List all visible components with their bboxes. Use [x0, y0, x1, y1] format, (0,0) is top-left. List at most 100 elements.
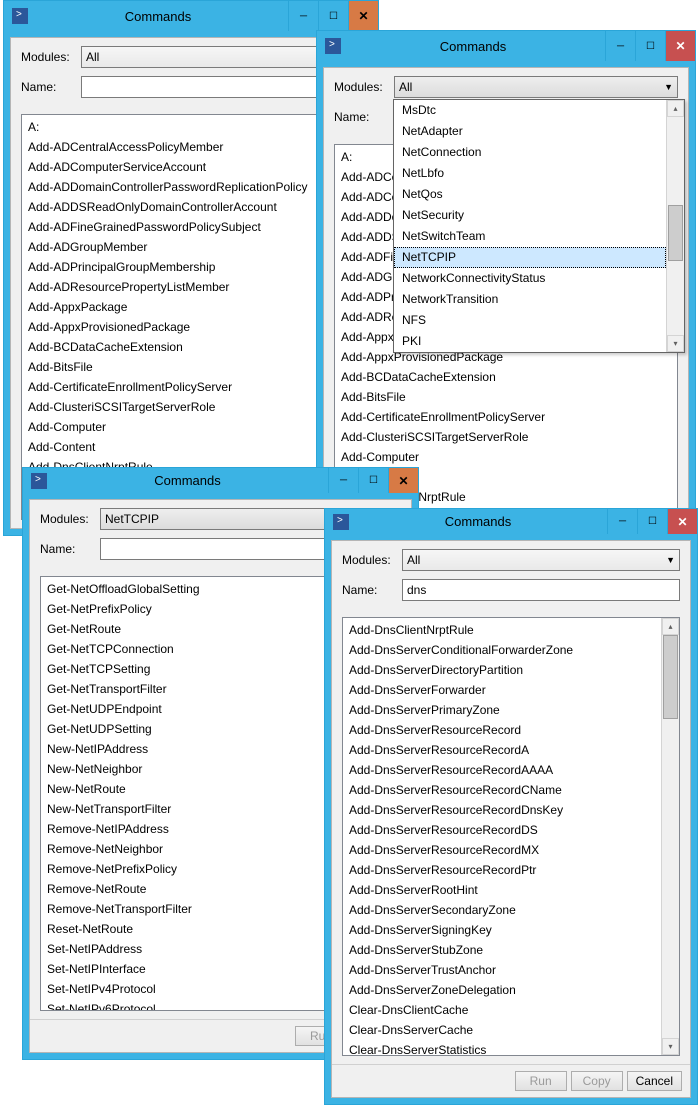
copy-button[interactable]: Copy: [571, 1071, 623, 1091]
list-item[interactable]: Add-DnsServerPrimaryZone: [343, 700, 661, 720]
list-item[interactable]: Add-DnsServerConditionalForwarderZone: [343, 640, 661, 660]
maximize-button[interactable]: ☐: [358, 468, 388, 493]
list-item[interactable]: Add-ADComputerServiceAccount: [22, 157, 360, 177]
list-item[interactable]: Add-DnsServerResourceRecordDS: [343, 820, 661, 840]
modules-label: Modules:: [21, 50, 81, 64]
dropdown-item[interactable]: NetSwitchTeam: [394, 226, 666, 247]
modules-value: NetTCPIP: [105, 512, 159, 526]
list-item[interactable]: Add-DnsServerZoneDelegation: [343, 980, 661, 1000]
close-button[interactable]: ✕: [348, 1, 378, 31]
scroll-up-button[interactable]: ▴: [667, 100, 684, 117]
titlebar[interactable]: Commands ─ ☐ ✕: [317, 31, 695, 61]
name-input[interactable]: [402, 579, 680, 601]
list-item[interactable]: Add-BCDataCacheExtension: [335, 367, 677, 387]
list-item[interactable]: Add-Computer: [335, 447, 677, 467]
list-item[interactable]: Add-DnsServerResourceRecordMX: [343, 840, 661, 860]
list-item[interactable]: Add-Content: [22, 437, 360, 457]
scroll-down-button[interactable]: ▾: [662, 1038, 679, 1055]
window-title: Commands: [28, 9, 288, 24]
list-item[interactable]: Add-DnsServerResourceRecord: [343, 720, 661, 740]
maximize-button[interactable]: ☐: [635, 31, 665, 61]
window-icon: [325, 38, 341, 54]
commands-list[interactable]: A:Add-ADCentralAccessPolicyMemberAdd-ADC…: [22, 115, 360, 520]
scroll-track[interactable]: [662, 635, 679, 1038]
list-item[interactable]: Add-AppxProvisionedPackage: [22, 317, 360, 337]
list-item[interactable]: Add-DnsServerResourceRecordAAAA: [343, 760, 661, 780]
modules-combobox[interactable]: All ▼: [402, 549, 680, 571]
dropdown-item[interactable]: NetLbfo: [394, 163, 666, 184]
list-scrollbar[interactable]: ▴ ▾: [661, 618, 679, 1055]
list-item[interactable]: Clear-DnsClientCache: [343, 1000, 661, 1020]
list-item[interactable]: Add-DnsServerDirectoryPartition: [343, 660, 661, 680]
window-icon: [333, 514, 349, 530]
chevron-down-icon: ▼: [666, 555, 675, 565]
maximize-button[interactable]: ☐: [318, 1, 348, 31]
list-item[interactable]: Add-DnsServerResourceRecordDnsKey: [343, 800, 661, 820]
list-item[interactable]: Add-ADDSReadOnlyDomainControllerAccount: [22, 197, 360, 217]
list-item[interactable]: Clear-DnsServerCache: [343, 1020, 661, 1040]
list-item[interactable]: Add-DnsClientNrptRule: [343, 620, 661, 640]
titlebar[interactable]: Commands ─ ☐ ✕: [325, 509, 697, 534]
dropdown-item[interactable]: NetConnection: [394, 142, 666, 163]
list-item[interactable]: Add-ClusteriSCSITargetServerRole: [22, 397, 360, 417]
maximize-button[interactable]: ☐: [637, 509, 667, 534]
list-item[interactable]: Add-ADDomainControllerPasswordReplicatio…: [22, 177, 360, 197]
run-button[interactable]: Run: [515, 1071, 567, 1091]
list-item[interactable]: Add-DnsServerSecondaryZone: [343, 900, 661, 920]
minimize-button[interactable]: ─: [607, 509, 637, 534]
list-item[interactable]: Add-ADCentralAccessPolicyMember: [22, 137, 360, 157]
commands-window-2: Commands ─ ☐ ✕ Modules: All ▼: [316, 30, 696, 532]
list-item[interactable]: Add-DnsServerStubZone: [343, 940, 661, 960]
list-item[interactable]: Clear-DnsServerStatistics: [343, 1040, 661, 1055]
list-item[interactable]: Add-AppxPackage: [22, 297, 360, 317]
modules-dropdown[interactable]: MsDtcNetAdapterNetConnectionNetLbfoNetQo…: [393, 99, 685, 353]
titlebar[interactable]: Commands ─ ☐ ✕: [23, 468, 418, 493]
modules-combobox[interactable]: All ▼: [394, 76, 678, 98]
dropdown-item[interactable]: NetSecurity: [394, 205, 666, 226]
dropdown-item[interactable]: MsDtc: [394, 100, 666, 121]
list-item[interactable]: Add-DnsServerRootHint: [343, 880, 661, 900]
list-item[interactable]: Add-BitsFile: [335, 387, 677, 407]
scroll-thumb[interactable]: [668, 205, 683, 261]
dropdown-item[interactable]: NFS: [394, 310, 666, 331]
list-item[interactable]: Add-DnsServerResourceRecordCName: [343, 780, 661, 800]
close-button[interactable]: ✕: [665, 31, 695, 61]
scroll-up-button[interactable]: ▴: [662, 618, 679, 635]
list-item[interactable]: Add-Computer: [22, 417, 360, 437]
dropdown-item[interactable]: NetTCPIP: [394, 247, 666, 268]
minimize-button[interactable]: ─: [605, 31, 635, 61]
dropdown-item[interactable]: NetworkTransition: [394, 289, 666, 310]
dropdown-item[interactable]: PKI: [394, 331, 666, 352]
list-item[interactable]: Add-DnsServerTrustAnchor: [343, 960, 661, 980]
minimize-button[interactable]: ─: [328, 468, 358, 493]
list-item[interactable]: Add-DnsServerResourceRecordPtr: [343, 860, 661, 880]
dropdown-scrollbar[interactable]: ▴ ▾: [666, 100, 684, 352]
list-item[interactable]: Add-CertificateEnrollmentPolicyServer: [335, 407, 677, 427]
titlebar[interactable]: Commands ─ ☐ ✕: [4, 1, 378, 31]
list-item[interactable]: Add-ADResourcePropertyListMember: [22, 277, 360, 297]
list-item[interactable]: Add-ClusteriSCSITargetServerRole: [335, 427, 677, 447]
scroll-thumb[interactable]: [663, 635, 678, 719]
list-item[interactable]: Add-DnsServerSigningKey: [343, 920, 661, 940]
list-item[interactable]: Add-DnsServerForwarder: [343, 680, 661, 700]
dropdown-item[interactable]: NetAdapter: [394, 121, 666, 142]
list-item[interactable]: A:: [22, 117, 360, 137]
close-button[interactable]: ✕: [667, 509, 697, 534]
modules-label: Modules:: [334, 80, 394, 94]
dropdown-item[interactable]: NetQos: [394, 184, 666, 205]
list-item[interactable]: Add-DnsServerResourceRecordA: [343, 740, 661, 760]
dropdown-item[interactable]: NetworkConnectivityStatus: [394, 268, 666, 289]
minimize-button[interactable]: ─: [288, 1, 318, 31]
list-item[interactable]: Add-ADFineGrainedPasswordPolicySubject: [22, 217, 360, 237]
scroll-track[interactable]: [667, 117, 684, 335]
list-item[interactable]: Add-CertificateEnrollmentPolicyServer: [22, 377, 360, 397]
dropdown-list[interactable]: MsDtcNetAdapterNetConnectionNetLbfoNetQo…: [394, 100, 666, 352]
commands-list[interactable]: Add-DnsClientNrptRuleAdd-DnsServerCondit…: [343, 618, 661, 1055]
list-item[interactable]: Add-ADGroupMember: [22, 237, 360, 257]
close-button[interactable]: ✕: [388, 468, 418, 493]
cancel-button[interactable]: Cancel: [627, 1071, 682, 1091]
list-item[interactable]: Add-BCDataCacheExtension: [22, 337, 360, 357]
list-item[interactable]: Add-BitsFile: [22, 357, 360, 377]
list-item[interactable]: Add-ADPrincipalGroupMembership: [22, 257, 360, 277]
scroll-down-button[interactable]: ▾: [667, 335, 684, 352]
